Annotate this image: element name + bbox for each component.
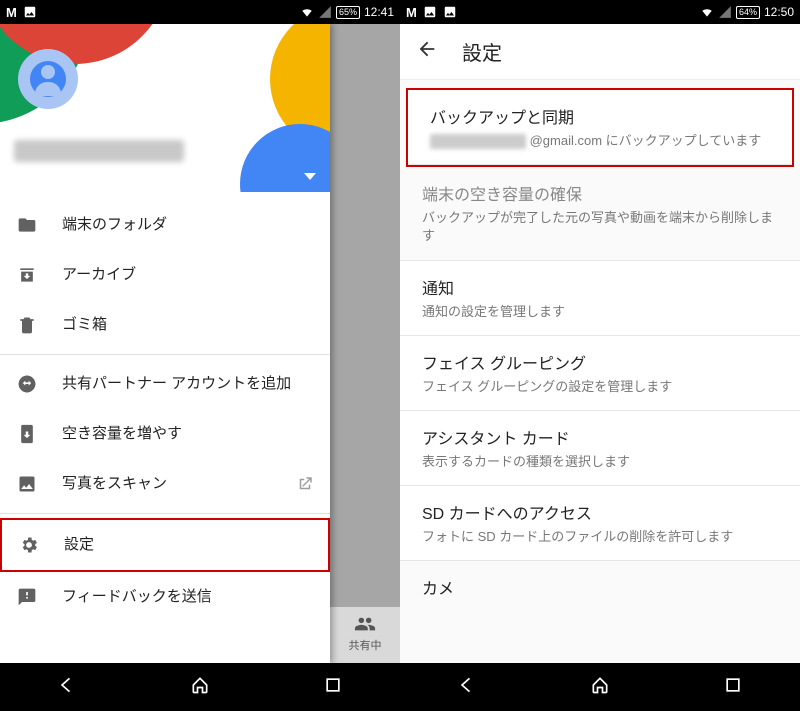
setting-item-5[interactable]: SD カードへのアクセスフォトに SD カード上のファイルの削除を許可します [400, 486, 800, 561]
status-bar-left: M 65% 12:41 [0, 0, 400, 24]
wifi-icon [700, 5, 714, 19]
clock-text: 12:41 [364, 5, 394, 19]
avatar[interactable] [18, 49, 78, 109]
drawer-item-feedback[interactable]: フィードバックを送信 [0, 572, 330, 622]
nav-back-icon[interactable] [457, 675, 477, 700]
drawer-item-label: 写真をスキャン [62, 474, 272, 494]
drawer-item-gear[interactable]: 設定 [0, 518, 330, 572]
page-title: 設定 [462, 37, 502, 66]
drawer-item-storage[interactable]: 空き容量を増やす [0, 409, 330, 459]
shared-tab-peek[interactable]: 共有中 [330, 607, 400, 663]
setting-item-4[interactable]: アシスタント カード表示するカードの種類を選択します [400, 411, 800, 486]
partner-icon [16, 373, 38, 395]
signal-icon [318, 5, 332, 19]
nav-drawer: 端末のフォルダアーカイブゴミ箱共有パートナー アカウントを追加空き容量を増やす写… [0, 24, 330, 663]
setting-title: バックアップと同期 [430, 104, 774, 128]
archive-icon [16, 264, 38, 286]
setting-subtitle: 通知の設定を管理します [422, 303, 782, 321]
scan-icon [16, 473, 38, 495]
drawer-item-label: 共有パートナー アカウントを追加 [62, 374, 314, 394]
email-redacted [430, 134, 526, 149]
setting-title: SD カードへのアクセス [422, 500, 782, 524]
nav-bar-left [0, 663, 400, 711]
m-logo-icon: M [6, 5, 17, 20]
setting-item-3[interactable]: フェイス グルーピングフェイス グルーピングの設定を管理します [400, 336, 800, 411]
drawer-item-partner[interactable]: 共有パートナー アカウントを追加 [0, 359, 330, 409]
storage-icon [16, 423, 38, 445]
appbar: 設定 [400, 24, 800, 80]
shared-tab-label: 共有中 [349, 640, 382, 652]
setting-title: 端末の空き容量の確保 [422, 181, 782, 205]
back-button[interactable] [416, 38, 438, 65]
account-dropdown-icon[interactable] [304, 173, 316, 180]
setting-subtitle: フォトに SD カード上のファイルの削除を許可します [422, 528, 782, 546]
feedback-icon [16, 586, 38, 608]
setting-item-2[interactable]: 通知通知の設定を管理します [400, 261, 800, 336]
clock-text: 12:50 [764, 5, 794, 19]
setting-title: アシスタント カード [422, 425, 782, 449]
battery-icon: 64% [736, 6, 760, 19]
battery-icon: 65% [336, 6, 360, 19]
setting-title: 通知 [422, 275, 782, 299]
drawer-item-label: 空き容量を増やす [62, 424, 314, 444]
drawer-item-label: 端末のフォルダ [62, 215, 314, 235]
drawer-item-trash[interactable]: ゴミ箱 [0, 300, 330, 350]
nav-home-icon[interactable] [190, 675, 210, 700]
setting-item-1: 端末の空き容量の確保バックアップが完了した元の写真や動画を端末から削除します [400, 167, 800, 260]
setting-subtitle: 表示するカードの種類を選択します [422, 453, 782, 471]
folder-icon [16, 214, 38, 236]
setting-item-0[interactable]: バックアップと同期 @gmail.com にバックアップしています [408, 90, 792, 165]
image-icon [423, 5, 437, 19]
account-name-redacted [14, 140, 184, 162]
gear-icon [18, 534, 40, 556]
signal-icon [718, 5, 732, 19]
m-logo-icon: M [406, 5, 417, 20]
nav-recent-icon[interactable] [323, 675, 343, 700]
cutoff-item[interactable]: カメ [400, 561, 800, 599]
drawer-item-label: アーカイブ [62, 265, 314, 285]
open-external-icon [296, 475, 314, 493]
setting-subtitle: フェイス グルーピングの設定を管理します [422, 378, 782, 396]
trash-icon [16, 314, 38, 336]
nav-home-icon[interactable] [590, 675, 610, 700]
drawer-header[interactable] [0, 24, 330, 192]
setting-title: フェイス グルーピング [422, 350, 782, 374]
drawer-item-scan[interactable]: 写真をスキャン [0, 459, 330, 509]
wifi-icon [300, 5, 314, 19]
drawer-item-label: フィードバックを送信 [62, 587, 314, 607]
nav-recent-icon[interactable] [723, 675, 743, 700]
nav-back-icon[interactable] [57, 675, 77, 700]
drawer-item-label: 設定 [64, 535, 312, 555]
setting-subtitle: @gmail.com にバックアップしています [430, 132, 774, 150]
status-bar-right: M 64% 12:50 [400, 0, 800, 24]
drawer-item-folder[interactable]: 端末のフォルダ [0, 200, 330, 250]
setting-subtitle: バックアップが完了した元の写真や動画を端末から削除します [422, 209, 782, 245]
image-icon [23, 5, 37, 19]
nav-bar-right [400, 663, 800, 711]
image-icon-2 [443, 5, 457, 19]
drawer-item-label: ゴミ箱 [62, 315, 314, 335]
drawer-item-archive[interactable]: アーカイブ [0, 250, 330, 300]
